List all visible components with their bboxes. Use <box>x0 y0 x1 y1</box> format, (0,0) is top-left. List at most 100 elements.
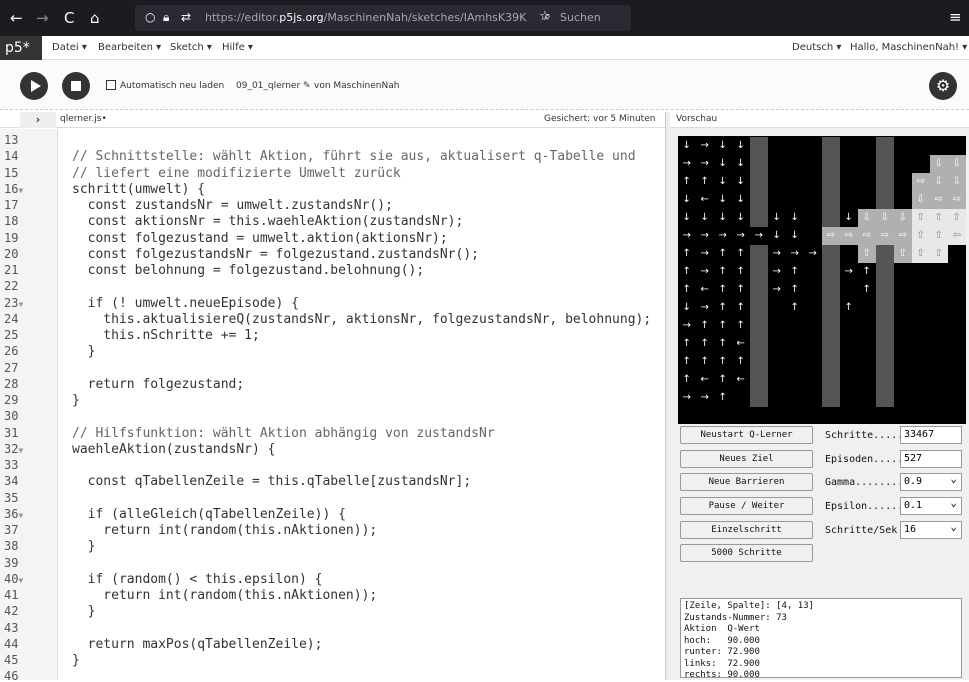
play-button[interactable] <box>20 72 48 100</box>
grid-cell[interactable] <box>768 155 786 173</box>
grid-cell[interactable] <box>894 299 912 317</box>
grid-cell[interactable] <box>930 389 948 407</box>
grid-cell[interactable]: ↑ <box>678 173 696 191</box>
grid-cell[interactable]: ↑ <box>732 245 750 263</box>
grid-cell[interactable] <box>768 335 786 353</box>
grid-cell[interactable]: ↑ <box>714 335 732 353</box>
5000-steps-button[interactable]: 5000 Schritte <box>680 544 813 562</box>
grid-cell[interactable] <box>894 263 912 281</box>
grid-cell[interactable]: ↓ <box>786 209 804 227</box>
grid-cell[interactable]: → <box>768 263 786 281</box>
grid-cell[interactable] <box>804 227 822 245</box>
grid-cell[interactable]: ↑ <box>696 317 714 335</box>
code-line[interactable]: } <box>72 604 96 619</box>
collapse-sidebar-button[interactable]: › <box>20 112 56 128</box>
grid-cell[interactable] <box>876 137 894 155</box>
autoreload-checkbox[interactable] <box>106 80 116 90</box>
grid-cell[interactable]: ↓ <box>732 173 750 191</box>
grid-cell[interactable] <box>930 335 948 353</box>
grid-cell[interactable] <box>894 137 912 155</box>
grid-cell[interactable] <box>894 335 912 353</box>
grid-cell[interactable]: ↑ <box>840 299 858 317</box>
new-barriers-button[interactable]: Neue Barrieren <box>680 473 813 491</box>
grid-cell[interactable]: → <box>696 137 714 155</box>
speed-select[interactable]: 16 <box>900 519 962 539</box>
grid-cell[interactable] <box>804 209 822 227</box>
grid-cell[interactable] <box>822 389 840 407</box>
epsilon-select[interactable]: 0.1 <box>900 495 962 515</box>
grid-cell[interactable]: → <box>696 155 714 173</box>
grid-cell[interactable] <box>804 263 822 281</box>
code-line[interactable]: if (random() < this.epsilon) { <box>72 572 323 587</box>
grid-cell[interactable] <box>858 299 876 317</box>
grid-cell[interactable] <box>786 389 804 407</box>
grid-cell[interactable]: ⇨ <box>840 227 858 245</box>
grid-cell[interactable] <box>894 191 912 209</box>
grid-cell[interactable] <box>822 335 840 353</box>
gridworld-canvas[interactable]: ↓ → ↓ ↓ → → ↓ ↓ ⇩ ⇩ ↑ ↑ ↓ ↓ ⇨ ⇩ ⇩ ↓ ← ↓ ↓ ⇩ ⇨ ⇨ ↓ ↓ ↓ ↓ ↓ ↓ ↓ ⇩ ⇩ ⇩ ⇧ ⇧ ⇧ → → →… <box>678 136 966 424</box>
grid-cell[interactable] <box>804 335 822 353</box>
grid-cell[interactable] <box>750 173 768 191</box>
grid-cell[interactable] <box>876 335 894 353</box>
grid-cell[interactable]: ↓ <box>768 227 786 245</box>
grid-cell[interactable]: ↑ <box>696 173 714 191</box>
grid-cell[interactable]: ⇩ <box>858 209 876 227</box>
grid-cell[interactable]: ⇨ <box>894 227 912 245</box>
grid-cell[interactable] <box>750 281 768 299</box>
grid-cell[interactable] <box>912 371 930 389</box>
grid-cell[interactable]: → <box>696 245 714 263</box>
grid-cell[interactable]: ↑ <box>714 245 732 263</box>
grid-cell[interactable] <box>822 173 840 191</box>
steps-field[interactable]: 33467 <box>900 426 962 444</box>
grid-cell[interactable] <box>948 245 966 263</box>
grid-cell[interactable]: ← <box>696 281 714 299</box>
grid-cell[interactable]: ↑ <box>696 335 714 353</box>
grid-cell[interactable] <box>822 353 840 371</box>
grid-cell[interactable]: ↑ <box>714 263 732 281</box>
grid-cell[interactable]: → <box>696 389 714 407</box>
grid-cell[interactable] <box>768 191 786 209</box>
grid-cell[interactable]: ⇩ <box>948 155 966 173</box>
grid-cell[interactable]: ↓ <box>786 227 804 245</box>
grid-cell[interactable] <box>840 335 858 353</box>
code-line[interactable]: schritt(umwelt) { <box>72 182 205 197</box>
grid-cell[interactable]: ↑ <box>714 353 732 371</box>
code-line[interactable]: if (! umwelt.neueEpisode) { <box>72 296 299 311</box>
grid-cell[interactable] <box>912 335 930 353</box>
grid-cell[interactable] <box>858 173 876 191</box>
code-line[interactable]: return folgezustand; <box>72 377 245 392</box>
grid-cell[interactable]: ⇩ <box>930 173 948 191</box>
single-step-button[interactable]: Einzelschritt <box>680 521 813 539</box>
grid-cell[interactable]: ↓ <box>678 209 696 227</box>
grid-cell[interactable] <box>804 353 822 371</box>
grid-cell[interactable] <box>876 389 894 407</box>
grid-cell[interactable]: ↑ <box>678 245 696 263</box>
gear-icon[interactable]: ⚙ <box>929 72 957 100</box>
grid-cell[interactable] <box>912 299 930 317</box>
new-goal-button[interactable]: Neues Ziel <box>680 450 813 468</box>
episodes-field[interactable]: 527 <box>900 450 962 468</box>
grid-cell[interactable] <box>786 155 804 173</box>
grid-cell[interactable]: ↓ <box>678 137 696 155</box>
grid-cell[interactable] <box>930 299 948 317</box>
grid-cell[interactable] <box>786 335 804 353</box>
code-line[interactable]: this.aktualisiereQ(zustandsNr, aktionsNr… <box>72 312 651 327</box>
grid-cell[interactable] <box>930 263 948 281</box>
grid-cell[interactable] <box>768 371 786 389</box>
grid-cell[interactable]: ⇩ <box>930 155 948 173</box>
grid-cell[interactable]: → <box>768 281 786 299</box>
grid-cell[interactable]: ↑ <box>858 263 876 281</box>
grid-cell[interactable]: ↑ <box>678 281 696 299</box>
code-line[interactable]: } <box>72 539 96 554</box>
grid-cell[interactable]: ↑ <box>714 281 732 299</box>
grid-cell[interactable]: ⇨ <box>930 191 948 209</box>
menu-sketch[interactable]: Sketch ▾ <box>170 42 212 53</box>
grid-cell[interactable] <box>930 317 948 335</box>
grid-cell[interactable] <box>894 317 912 335</box>
code-line[interactable]: return int(random(this.nAktionen)); <box>72 523 377 538</box>
code-line[interactable]: // liefert eine modifizierte Umwelt zurü… <box>72 166 401 181</box>
grid-cell[interactable]: ← <box>696 371 714 389</box>
language-menu[interactable]: Deutsch ▾ <box>792 42 841 53</box>
grid-cell[interactable] <box>858 155 876 173</box>
grid-cell[interactable] <box>948 389 966 407</box>
